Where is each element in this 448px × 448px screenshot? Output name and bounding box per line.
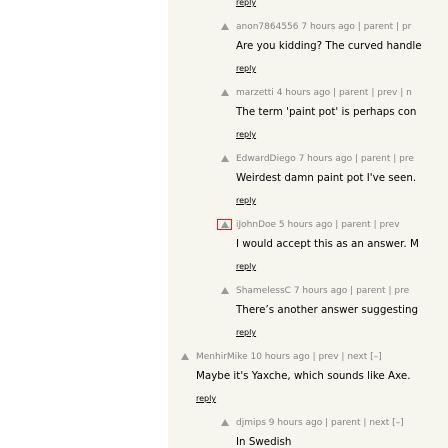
comment-age-link[interactable]: 10 hours ago	[250, 352, 309, 362]
username-link[interactable]: marzetti	[236, 88, 274, 98]
comment-text: Are you kidding? The curved handle	[236, 40, 422, 52]
nav-link-parent[interactable]: parent	[361, 154, 391, 164]
nav-link-prev[interactable]: prev	[318, 352, 338, 362]
reply-link[interactable]: reply	[236, 262, 256, 272]
comment-text: In Swedish	[236, 436, 292, 448]
upvote-arrow-icon[interactable]	[221, 287, 229, 294]
nav-link-next[interactable]: next [–]	[347, 352, 381, 362]
comment-age-link[interactable]: 4 hours ago	[277, 88, 331, 98]
upvote-arrow-icon[interactable]	[221, 155, 229, 162]
comment-text: Weirdest damn paint pot I've seen.	[236, 172, 417, 184]
comment-meta: EdwardDiego 7 hours ago | parent | pre	[236, 154, 414, 164]
username-link[interactable]: MenhirMike	[196, 352, 248, 362]
upvote-arrow-icon[interactable]	[181, 353, 189, 360]
username-link[interactable]: iJohnDoe	[236, 220, 276, 230]
comment-age-link[interactable]: 5 hours ago	[279, 220, 333, 230]
nav-link-parent[interactable]: parent	[364, 22, 394, 32]
username-link[interactable]: EdwardDiego	[236, 154, 296, 164]
nav-link-n[interactable]: n	[406, 88, 412, 98]
nav-link-parent[interactable]: parent	[341, 220, 371, 230]
comment-meta: marzetti 4 hours ago | parent | prev | n	[236, 88, 412, 98]
reply-link[interactable]: reply	[236, 130, 256, 140]
nav-link-prev[interactable]: prev	[379, 220, 399, 230]
comment-age-link[interactable]: 7 hours ago	[299, 154, 353, 164]
comment-age-link[interactable]: 7 hours ago	[294, 286, 348, 296]
username-link[interactable]: anon7864556	[236, 22, 299, 32]
reply-link[interactable]: reply	[196, 394, 216, 404]
comment-text: I would accept this as an answer. M	[236, 238, 419, 250]
nav-link-pr[interactable]: pr	[402, 22, 411, 32]
comment-meta: MenhirMike 10 hours ago | prev | next [–…	[196, 352, 382, 362]
comment-text: There’s another answer suggesting	[236, 304, 419, 316]
username-link[interactable]: ShamelessC	[236, 286, 291, 296]
comment-text: Maybe it's Yaxche, which sounds like Axe…	[196, 370, 411, 382]
reply-link[interactable]: reply	[236, 64, 256, 74]
comment-meta: anon7864556 7 hours ago | parent | pr	[236, 22, 412, 32]
nav-link-parent[interactable]: parent	[356, 286, 386, 296]
nav-link-prev[interactable]: prev	[377, 88, 397, 98]
comment-meta: djmips 9 hours ago | parent | next [–]	[236, 418, 404, 428]
upvote-arrow-icon[interactable]	[221, 419, 229, 426]
upvote-arrow-icon[interactable]	[221, 23, 229, 30]
nav-link-next[interactable]: next [–]	[369, 418, 403, 428]
nav-link-parent[interactable]: parent	[339, 88, 369, 98]
reply-link[interactable]: reply	[236, 328, 256, 338]
nav-link-pre[interactable]: pre	[399, 154, 414, 164]
nav-link-parent[interactable]: parent	[331, 418, 361, 428]
focus-highlight	[217, 219, 232, 230]
nav-link-pre[interactable]: pre	[394, 286, 409, 296]
comment-age-link[interactable]: 7 hours ago	[301, 22, 355, 32]
reply-link[interactable]: reply	[236, 0, 256, 8]
reply-link[interactable]: reply	[236, 196, 256, 206]
comment-meta: ShamelessC 7 hours ago | parent | pre	[236, 286, 410, 296]
upvote-arrow-icon[interactable]	[221, 89, 229, 96]
comment-age-link[interactable]: 9 hours ago	[269, 418, 323, 428]
comment-text: The term 'paint pot' is perhaps con	[236, 106, 417, 118]
comment-thread: reply anon7864556 7 hours ago | parent |…	[168, 0, 448, 448]
username-link[interactable]: djmips	[236, 418, 266, 428]
comment-meta: iJohnDoe 5 hours ago | parent | prev	[236, 220, 400, 230]
